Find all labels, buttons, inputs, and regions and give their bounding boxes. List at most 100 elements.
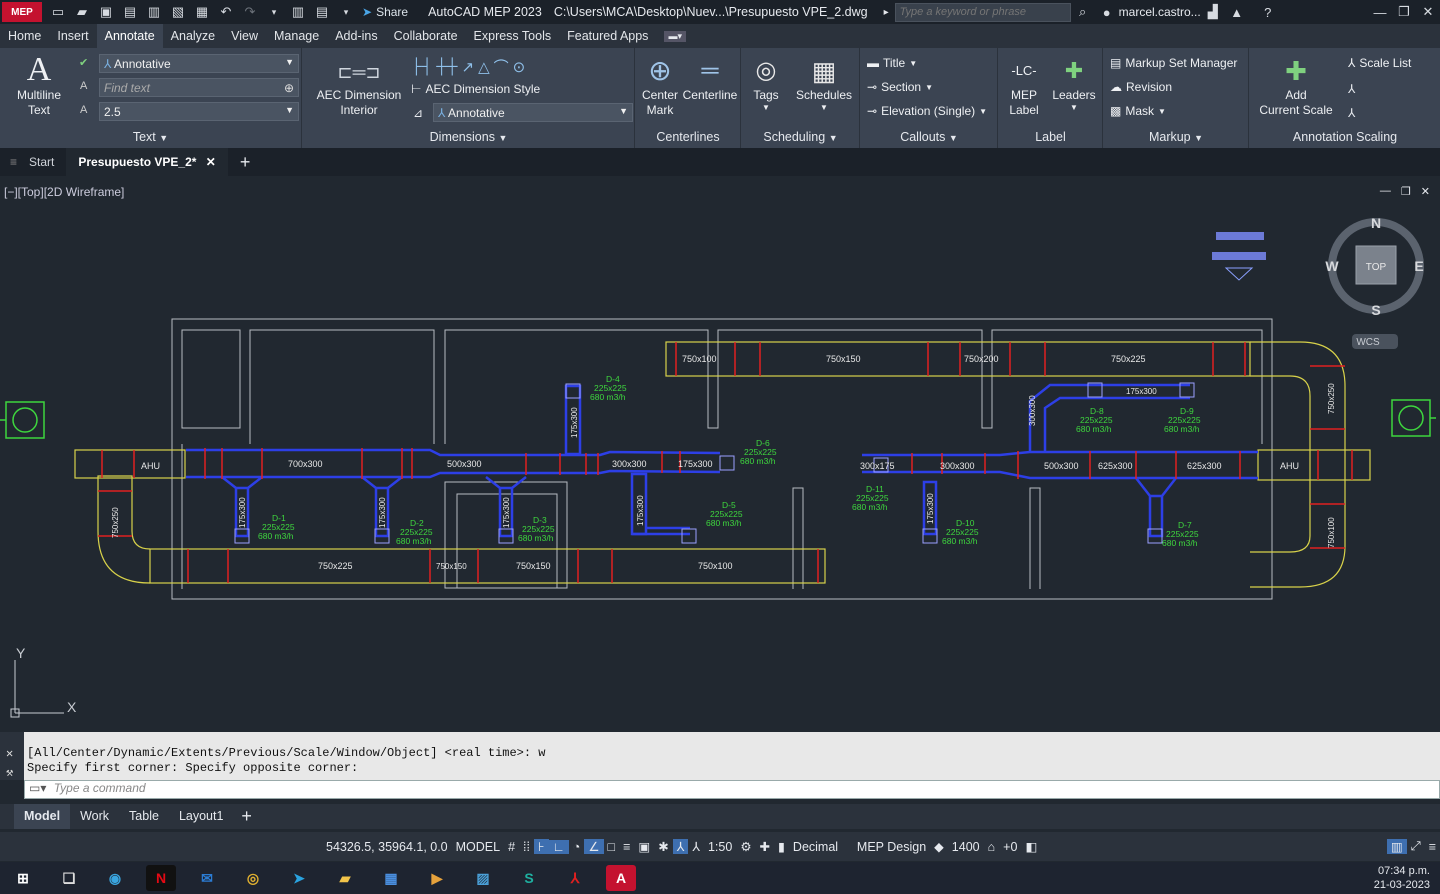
tab-home[interactable]: Home — [0, 24, 49, 48]
autodesk-a360-icon[interactable]: ▲ — [1228, 4, 1246, 20]
redo-icon[interactable]: ↷ — [241, 4, 259, 20]
center-mark-button[interactable]: ⊕ Center Mark — [638, 54, 682, 118]
search-icon[interactable]: ⌕ — [1074, 4, 1092, 20]
offset-value[interactable]: +0 — [999, 840, 1021, 854]
find-icon[interactable]: A — [80, 80, 87, 92]
dimensions-panel-label[interactable]: Dimensions ▼ — [303, 130, 634, 144]
customize-icon[interactable]: ▾ — [337, 4, 355, 20]
text-height-select[interactable]: 2.5 ▼ — [99, 102, 299, 121]
file-explorer-icon[interactable]: ▰ — [330, 865, 360, 891]
close-command-icon[interactable]: ✕ — [0, 732, 24, 761]
coordinates-readout[interactable]: 54326.5, 35964.1, 0.0 — [322, 840, 452, 854]
sway-icon[interactable]: S — [514, 865, 544, 891]
system-clock[interactable]: 07:34 p.m. 21-03-2023 — [1374, 864, 1440, 892]
close-tab-icon[interactable]: ✕ — [206, 155, 216, 169]
hardware-accel-icon[interactable]: ▥ — [1386, 839, 1407, 854]
continue-dim-icon[interactable]: ┼┼ — [436, 58, 457, 75]
publish-icon[interactable]: ▧ — [169, 4, 187, 20]
layer-icon[interactable]: ▥ — [289, 4, 307, 20]
view-cube[interactable]: TOP N S E W WCS — [1325, 215, 1424, 349]
drawing-viewport[interactable]: [−][Top][2D Wireframe] — ❐ ✕ 750x100 750… — [0, 176, 1440, 732]
scale-list-button[interactable]: ⅄ Scale List — [1348, 56, 1411, 70]
calculator-icon[interactable]: ▦ — [376, 865, 406, 891]
edge-icon[interactable]: ◉ — [100, 865, 130, 891]
new-layout-icon[interactable]: + — [241, 806, 252, 827]
lineweight-icon[interactable]: ≡ — [619, 840, 634, 854]
acrobat-icon[interactable]: ⅄ — [560, 865, 590, 891]
print-icon[interactable]: ▦ — [193, 4, 211, 20]
ribbon-toggle-icon[interactable]: ▬▾ — [664, 30, 686, 42]
mail-icon[interactable]: ✉ — [192, 865, 222, 891]
text-style-select[interactable]: ⅄ Annotative ▼ — [99, 54, 299, 73]
annotation-visibility-icon[interactable]: ✱ — [654, 839, 672, 854]
schedules-button[interactable]: ▦ Schedules ▼ — [792, 54, 856, 113]
centerline-button[interactable]: ═ Centerline — [682, 54, 738, 103]
transparency-icon[interactable]: ▣ — [634, 839, 654, 854]
dropdown-icon[interactable]: ▾ — [265, 4, 283, 20]
center-icon[interactable]: ⊙ — [513, 58, 526, 76]
surface-icon[interactable]: ⌂ — [984, 840, 1000, 854]
revision-button[interactable]: ☁ Revision — [1110, 80, 1172, 94]
chevron-right-icon[interactable]: ▸ — [884, 7, 889, 18]
tab-featured-apps[interactable]: Featured Apps — [559, 24, 656, 48]
arc-dim-icon[interactable]: ⌒ — [494, 56, 509, 77]
tab-express-tools[interactable]: Express Tools — [466, 24, 560, 48]
help-icon[interactable]: ? — [1259, 4, 1277, 20]
tab-collaborate[interactable]: Collaborate — [386, 24, 466, 48]
close-icon[interactable]: ✕ — [1419, 4, 1437, 20]
tab-table[interactable]: Table — [119, 804, 169, 829]
tab-annotate[interactable]: Annotate — [96, 24, 163, 48]
tab-manage[interactable]: Manage — [266, 24, 327, 48]
osnap-icon[interactable]: ∠ — [584, 839, 604, 854]
add-current-scale-button[interactable]: ✚ Add Current Scale — [1256, 54, 1336, 118]
minimize-icon[interactable]: — — [1371, 4, 1389, 20]
markup-panel-label[interactable]: Markup ▼ — [1104, 130, 1248, 144]
windows-start-icon[interactable]: ⊞ — [8, 865, 38, 891]
text-height-icon[interactable]: A — [80, 104, 87, 116]
cart-icon[interactable]: ▟ — [1204, 4, 1222, 20]
leaders-button[interactable]: ✚ Leaders ▼ — [1047, 54, 1101, 113]
multiline-text-button[interactable]: A Multiline Text — [8, 52, 70, 118]
model-space-toggle[interactable]: MODEL — [452, 840, 504, 854]
menu-icon[interactable]: ≡ — [10, 155, 17, 169]
web-icon[interactable]: ▥ — [145, 4, 163, 20]
annotation-scale-value[interactable]: 1:50 — [704, 840, 736, 854]
netflix-icon[interactable]: N — [146, 865, 176, 891]
photos-icon[interactable]: ▨ — [468, 865, 498, 891]
snap-icon[interactable]: ⁞⁞ — [519, 840, 534, 854]
customize-command-icon[interactable]: ⚒ — [0, 761, 24, 780]
tab-work[interactable]: Work — [70, 804, 119, 829]
auto-scale-icon[interactable]: ⅄ — [672, 839, 689, 854]
share-button[interactable]: ➤ Share — [362, 5, 408, 19]
title-callout-button[interactable]: ▬ Title ▼ — [867, 56, 917, 70]
open-folder-icon[interactable]: ▰ — [73, 4, 91, 20]
autocad-mep-icon[interactable]: A — [606, 865, 636, 891]
mep-label-button[interactable]: -LC- MEP Label — [1003, 54, 1045, 118]
ortho-icon[interactable]: ∟ — [548, 839, 569, 854]
markup-set-manager-button[interactable]: ▤ Markup Set Manager — [1110, 56, 1237, 70]
find-search-icon[interactable]: ⊕ — [284, 81, 294, 95]
user-name[interactable]: marcel.castro... — [1119, 5, 1201, 19]
sync-scale-icon[interactable]: ⅄ — [1348, 106, 1355, 120]
scheduling-panel-label[interactable]: Scheduling ▼ — [742, 130, 859, 144]
customization-icon[interactable]: ≡ — [1425, 840, 1440, 854]
dimension-style-select[interactable]: ⅄ Annotative ▼ — [433, 103, 633, 122]
restore-icon[interactable]: ❐ — [1395, 4, 1413, 20]
aligned-dim-icon[interactable]: ↗ — [462, 58, 475, 76]
workspace-value[interactable]: MEP Design — [853, 840, 930, 854]
app-logo[interactable]: MEP — [2, 2, 42, 22]
tags-button[interactable]: ◎ Tags ▼ — [746, 54, 786, 113]
isolate-icon[interactable]: ◧ — [1021, 839, 1041, 854]
undo-icon[interactable]: ↶ — [217, 4, 235, 20]
tab-analyze[interactable]: Analyze — [163, 24, 223, 48]
tab-add-ins[interactable]: Add-ins — [327, 24, 385, 48]
chrome-icon[interactable]: ◎ — [238, 865, 268, 891]
infer-icon[interactable]: ⊦ — [534, 839, 549, 854]
command-input[interactable]: ▭▾ Type a command — [24, 780, 1440, 799]
tab-start[interactable]: Start — [17, 148, 66, 176]
command-prompt-icon[interactable]: ▭▾ — [25, 781, 50, 795]
drawing-canvas[interactable]: 750x100 750x150 750x200 750x225 700x300 … — [0, 176, 1440, 732]
spell-check-icon[interactable]: ✔ — [79, 56, 88, 69]
find-text-input[interactable]: Find text ⊕ — [99, 78, 299, 97]
callouts-panel-label[interactable]: Callouts ▼ — [861, 130, 997, 144]
